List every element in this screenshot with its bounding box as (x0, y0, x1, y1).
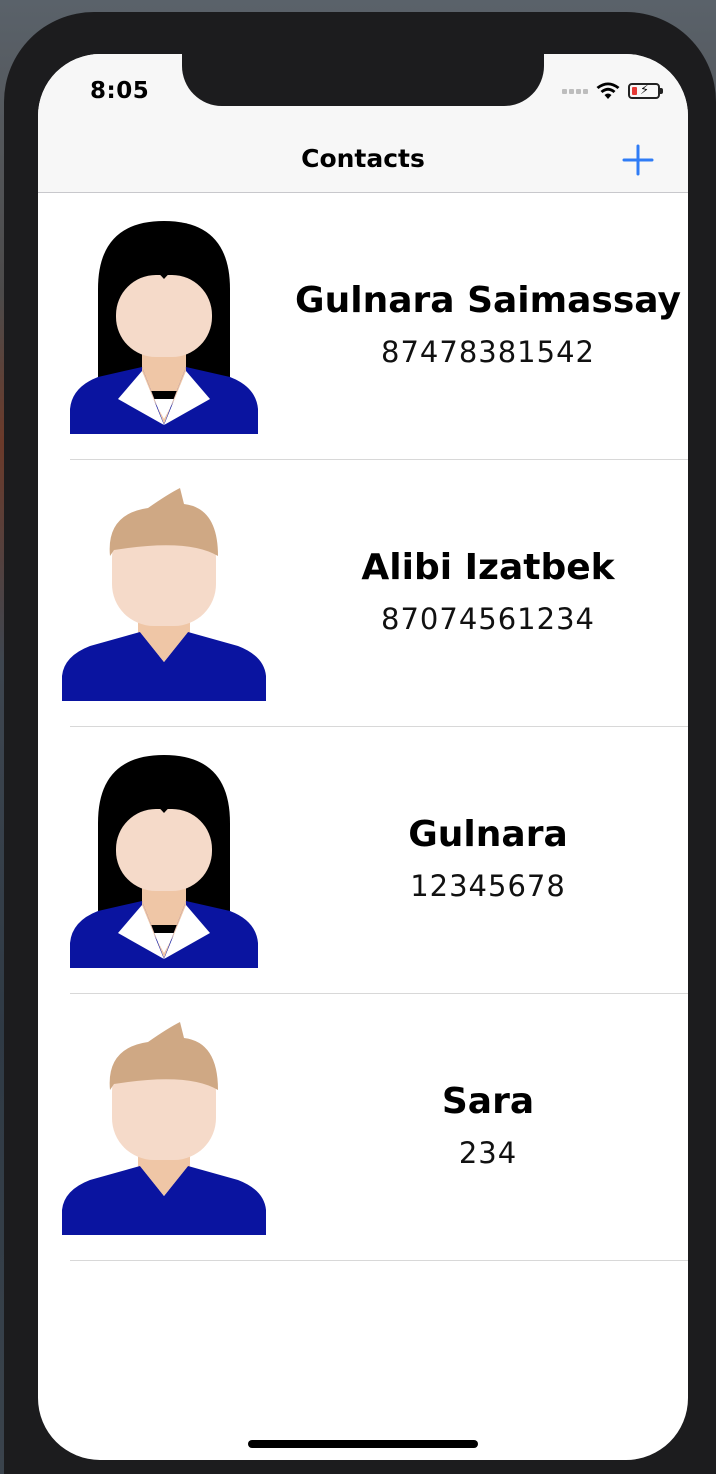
notch (182, 54, 544, 106)
wifi-icon (596, 82, 620, 99)
contact-phone: 87478381542 (381, 334, 595, 369)
status-bar: 8:05 ⚡ (38, 54, 688, 126)
male-avatar-icon (62, 1022, 266, 1235)
contact-name: Sara (441, 1080, 535, 1122)
contact-row[interactable]: Alibi Izatbek 87074561234 (38, 460, 688, 727)
plus-icon[interactable] (618, 140, 658, 180)
navigation-bar: Contacts (38, 126, 688, 193)
contact-row[interactable]: Gulnara Saimassay 87478381542 (38, 193, 688, 460)
contact-info: Alibi Izatbek 87074561234 (288, 460, 688, 727)
contact-name: Gulnara Saimassay (295, 279, 681, 321)
contact-name: Gulnara (408, 813, 568, 855)
row-divider (70, 1260, 688, 1261)
status-time: 8:05 (90, 78, 150, 104)
battery-charging-icon: ⚡ (628, 83, 663, 99)
status-icons: ⚡ (562, 82, 663, 100)
contact-phone: 234 (458, 1135, 518, 1170)
contact-info: Gulnara Saimassay 87478381542 (288, 193, 688, 460)
signal-icon (562, 88, 588, 94)
contact-row[interactable]: Sara 234 (38, 994, 688, 1261)
phone-screen: 8:05 ⚡ Contacts Gulnara Saimassay 874783… (38, 54, 688, 1460)
contact-name: Alibi Izatbek (361, 546, 615, 588)
contact-list: Gulnara Saimassay 87478381542 Alibi Izat… (38, 193, 688, 1261)
contact-row[interactable]: Gulnara 12345678 (38, 727, 688, 994)
phone-frame: 8:05 ⚡ Contacts Gulnara Saimassay 874783… (4, 12, 716, 1474)
contact-info: Sara 234 (288, 994, 688, 1261)
contact-phone: 12345678 (410, 868, 566, 903)
female-avatar-icon (70, 221, 258, 434)
contact-info: Gulnara 12345678 (288, 727, 688, 994)
contact-phone: 87074561234 (381, 601, 595, 636)
nav-title: Contacts (301, 144, 425, 173)
male-avatar-icon (62, 488, 266, 701)
home-indicator[interactable] (248, 1440, 478, 1448)
female-avatar-icon (70, 755, 258, 968)
